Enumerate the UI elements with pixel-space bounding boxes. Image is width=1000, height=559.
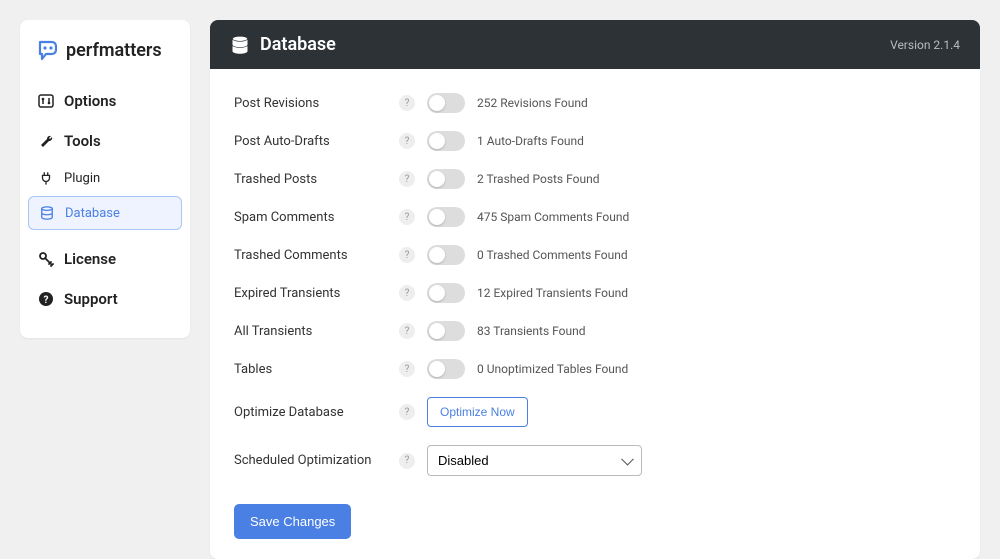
key-icon — [38, 251, 54, 267]
row-trashed-comments: Trashed Comments ? 0 Trashed Comments Fo… — [234, 245, 956, 265]
sliders-icon — [38, 93, 54, 109]
panel-title: Database — [230, 34, 336, 55]
status-text: 252 Revisions Found — [477, 96, 588, 110]
plug-icon — [38, 170, 54, 186]
row-spam-comments: Spam Comments ? 475 Spam Comments Found — [234, 207, 956, 227]
main-panel: Database Version 2.1.4 Post Revisions ? … — [210, 20, 980, 528]
brand-logo: perfmatters — [28, 38, 182, 80]
toggle-post-revisions[interactable] — [427, 93, 465, 113]
row-optimize-database: Optimize Database ? Optimize Now — [234, 397, 956, 427]
row-label: Trashed Posts — [234, 172, 399, 187]
help-icon[interactable]: ? — [399, 404, 415, 420]
sidebar-item-options[interactable]: Options — [28, 82, 182, 120]
sidebar-item-plugin[interactable]: Plugin — [28, 162, 182, 194]
panel-title-text: Database — [260, 34, 336, 55]
status-text: 2 Trashed Posts Found — [477, 172, 599, 186]
row-label: Expired Transients — [234, 286, 399, 301]
brand-name: perfmatters — [66, 40, 162, 61]
database-icon — [230, 35, 250, 55]
help-icon[interactable]: ? — [399, 247, 415, 263]
panel-header: Database Version 2.1.4 — [210, 20, 980, 69]
toggle-tables[interactable] — [427, 359, 465, 379]
sidebar-item-label: Support — [64, 290, 118, 308]
row-scheduled-optimization: Scheduled Optimization ? Disabled — [234, 445, 956, 476]
status-text: 12 Expired Transients Found — [477, 286, 628, 300]
help-icon[interactable]: ? — [399, 453, 415, 469]
sidebar-item-support[interactable]: ? Support — [28, 280, 182, 318]
row-label: Post Revisions — [234, 96, 399, 111]
row-trashed-posts: Trashed Posts ? 2 Trashed Posts Found — [234, 169, 956, 189]
sidebar: perfmatters Options Tools Plugin Databas… — [20, 20, 190, 338]
row-all-transients: All Transients ? 83 Transients Found — [234, 321, 956, 341]
settings-panel: Post Revisions ? 252 Revisions Found Pos… — [210, 69, 980, 559]
row-post-auto-drafts: Post Auto-Drafts ? 1 Auto-Drafts Found — [234, 131, 956, 151]
row-label: Post Auto-Drafts — [234, 134, 399, 149]
help-icon[interactable]: ? — [399, 285, 415, 301]
sidebar-item-label: Database — [65, 206, 120, 221]
help-icon[interactable]: ? — [399, 209, 415, 225]
toggle-post-auto-drafts[interactable] — [427, 131, 465, 151]
help-icon[interactable]: ? — [399, 133, 415, 149]
status-text: 0 Trashed Comments Found — [477, 248, 628, 262]
row-label: Spam Comments — [234, 210, 399, 225]
database-icon — [39, 205, 55, 221]
save-changes-button[interactable]: Save Changes — [234, 504, 351, 539]
row-label: Optimize Database — [234, 405, 399, 420]
row-label: All Transients — [234, 324, 399, 339]
perfmatters-icon — [36, 38, 60, 62]
version-text: Version 2.1.4 — [890, 38, 960, 52]
schedule-select[interactable]: Disabled — [427, 445, 642, 476]
sidebar-item-label: Plugin — [64, 171, 100, 186]
row-post-revisions: Post Revisions ? 252 Revisions Found — [234, 93, 956, 113]
toggle-trashed-comments[interactable] — [427, 245, 465, 265]
sidebar-item-label: License — [64, 250, 116, 268]
optimize-now-button[interactable]: Optimize Now — [427, 397, 528, 427]
sidebar-item-database[interactable]: Database — [28, 196, 182, 230]
status-text: 475 Spam Comments Found — [477, 210, 629, 224]
help-icon[interactable]: ? — [399, 361, 415, 377]
svg-text:?: ? — [44, 295, 49, 306]
status-text: 0 Unoptimized Tables Found — [477, 362, 628, 376]
help-circle-icon: ? — [38, 291, 54, 307]
sidebar-item-license[interactable]: License — [28, 240, 182, 278]
help-icon[interactable]: ? — [399, 171, 415, 187]
row-tables: Tables ? 0 Unoptimized Tables Found — [234, 359, 956, 379]
toggle-all-transients[interactable] — [427, 321, 465, 341]
toggle-spam-comments[interactable] — [427, 207, 465, 227]
status-text: 1 Auto-Drafts Found — [477, 134, 584, 148]
row-label: Tables — [234, 362, 399, 377]
sidebar-item-label: Tools — [64, 132, 101, 150]
row-expired-transients: Expired Transients ? 12 Expired Transien… — [234, 283, 956, 303]
toggle-expired-transients[interactable] — [427, 283, 465, 303]
row-label: Scheduled Optimization — [234, 453, 399, 468]
row-label: Trashed Comments — [234, 248, 399, 263]
sidebar-item-tools[interactable]: Tools — [28, 122, 182, 160]
wrench-icon — [38, 133, 54, 149]
sidebar-item-label: Options — [64, 92, 116, 110]
toggle-trashed-posts[interactable] — [427, 169, 465, 189]
status-text: 83 Transients Found — [477, 324, 586, 338]
help-icon[interactable]: ? — [399, 323, 415, 339]
schedule-select-wrap: Disabled — [427, 445, 642, 476]
help-icon[interactable]: ? — [399, 95, 415, 111]
